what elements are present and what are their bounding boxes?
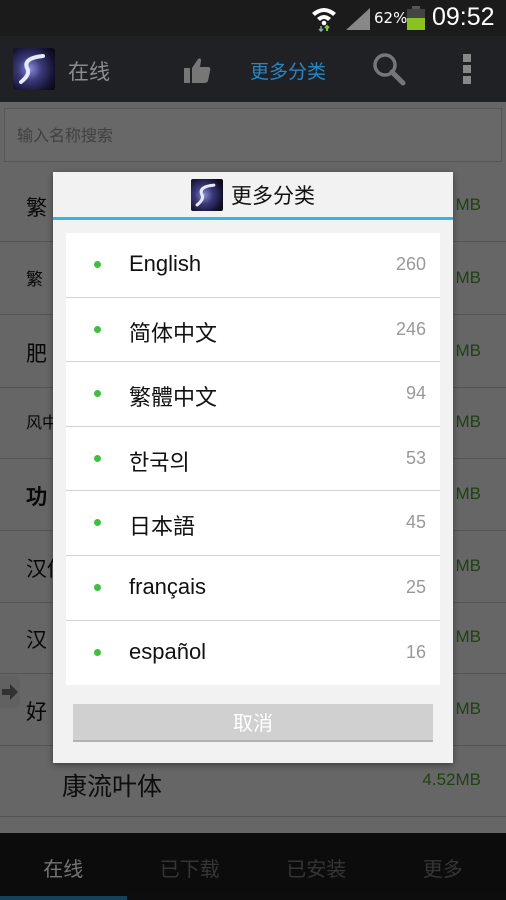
bottom-tab-bar: 在线 已下载 已安装 更多 <box>0 833 506 900</box>
language-item-english[interactable]: English 260 <box>66 233 440 298</box>
clock: 09:52 <box>432 3 495 31</box>
more-categories-dialog: 更多分类 English 260 简体中文 246 繁體中文 94 한국의 53… <box>53 172 453 763</box>
language-item-korean[interactable]: 한국의 53 <box>66 427 440 492</box>
status-bar: 62% 09:52 <box>0 0 506 36</box>
search-icon[interactable] <box>372 52 406 86</box>
bullet-icon <box>94 519 101 527</box>
battery-icon <box>407 6 425 30</box>
language-list: English 260 简体中文 246 繁體中文 94 한국의 53 日本語 … <box>66 233 440 686</box>
language-item-simplified-chinese[interactable]: 简体中文 246 <box>66 298 440 363</box>
bullet-icon <box>94 325 101 333</box>
bullet-icon <box>94 261 101 268</box>
bullet-icon <box>94 583 101 591</box>
overflow-menu-icon[interactable] <box>463 54 473 86</box>
tab-downloaded[interactable]: 已下载 <box>127 833 254 900</box>
dialog-title: 更多分类 <box>231 183 315 208</box>
battery-percent: 62% <box>374 9 408 27</box>
language-item-japanese[interactable]: 日本語 45 <box>66 491 440 556</box>
dialog-header: 更多分类 <box>53 172 453 220</box>
tab-online[interactable]: 在线 <box>0 833 127 900</box>
cancel-button[interactable]: 取消 <box>73 704 433 742</box>
action-bar: 在线 更多分类 <box>0 36 506 102</box>
bullet-icon <box>94 390 101 398</box>
app-logo-icon[interactable] <box>13 48 55 90</box>
language-item-spanish[interactable]: español 16 <box>66 621 440 686</box>
action-bar-title[interactable]: 在线 <box>68 56 110 86</box>
signal-icon <box>346 8 370 30</box>
more-categories-tab[interactable]: 更多分类 <box>250 57 326 84</box>
language-item-french[interactable]: français 25 <box>66 556 440 621</box>
tab-more[interactable]: 更多 <box>380 833 506 900</box>
bullet-icon <box>94 454 101 462</box>
bullet-icon <box>94 648 101 656</box>
wifi-icon <box>312 8 336 32</box>
app-logo-icon <box>191 178 223 211</box>
thumbs-up-icon[interactable] <box>182 56 212 84</box>
language-item-traditional-chinese[interactable]: 繁體中文 94 <box>66 362 440 427</box>
tab-installed[interactable]: 已安装 <box>253 833 380 900</box>
